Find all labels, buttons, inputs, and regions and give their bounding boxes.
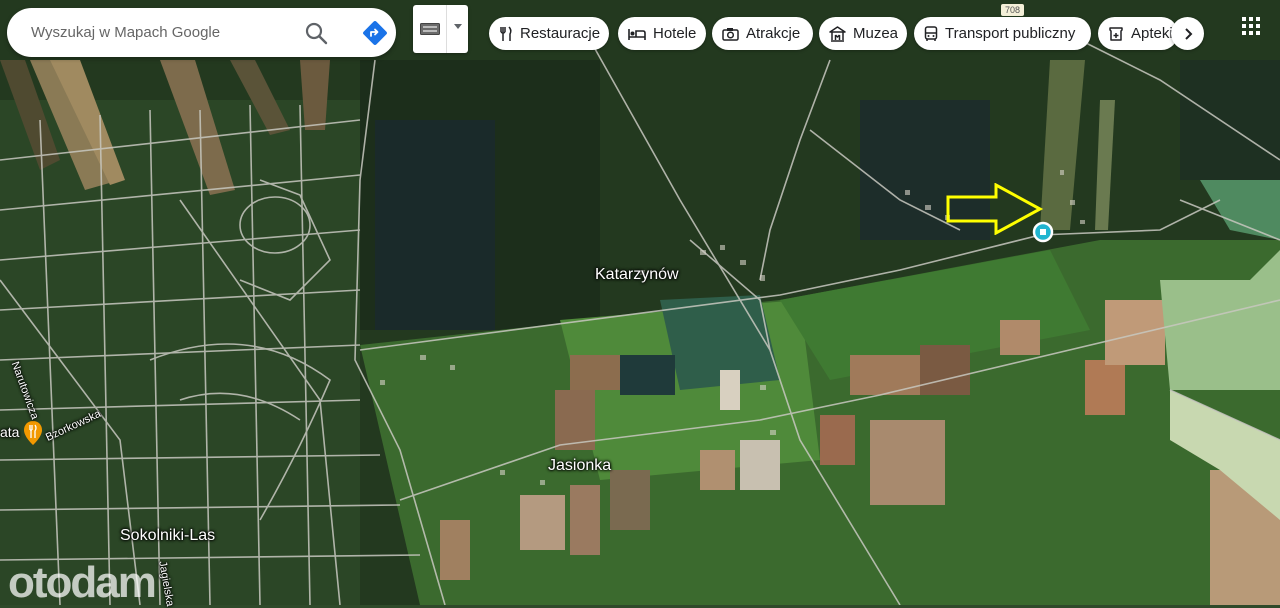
yellow-arrow-icon [946,183,1044,235]
search-icon[interactable] [303,20,329,46]
chip-label: Transport publiczny [945,25,1076,42]
location-marker-icon[interactable] [1032,221,1054,243]
chip-hotele[interactable]: Hotele [618,17,706,50]
satellite-map[interactable] [0,0,1280,605]
place-label-katarzynow: Katarzynów [595,266,679,283]
restaurant-poi-icon[interactable] [23,420,43,446]
otodom-watermark: otodam [8,558,157,607]
input-tools-button[interactable] [413,5,468,53]
bus-icon [924,25,938,41]
poi-label-partial: ata [0,424,20,440]
bed-icon [628,28,646,40]
search-box [7,8,396,57]
chip-transport-publiczny[interactable]: Transport publiczny [914,17,1091,50]
chevron-right-icon [1184,27,1192,40]
chip-label: Hotele [653,25,697,42]
directions-icon[interactable] [362,20,388,46]
chips-next-button[interactable] [1171,17,1204,50]
place-label-jasionka: Jasionka [548,457,612,474]
chip-muzea[interactable]: Muzea [819,17,907,50]
keyboard-icon [420,23,440,35]
chip-apteki[interactable]: Apteki [1098,17,1178,50]
chip-atrakcje[interactable]: Atrakcje [712,17,813,50]
apps-grid-icon[interactable] [1241,16,1261,36]
chip-label: Restauracje [520,25,601,42]
place-label-sokolniki: Sokolniki-Las [120,527,216,544]
museum-icon [829,25,846,42]
chevron-down-icon[interactable] [453,21,463,31]
chip-restauracje[interactable]: Restauracje [489,17,609,50]
road-number-badge: 708 [1001,4,1025,16]
fork-knife-icon [500,25,512,41]
search-input[interactable] [31,20,291,45]
chip-label: Atrakcje [746,25,801,42]
chip-label: Muzea [853,25,899,42]
camera-icon [722,27,739,41]
pharmacy-icon [1109,26,1123,41]
